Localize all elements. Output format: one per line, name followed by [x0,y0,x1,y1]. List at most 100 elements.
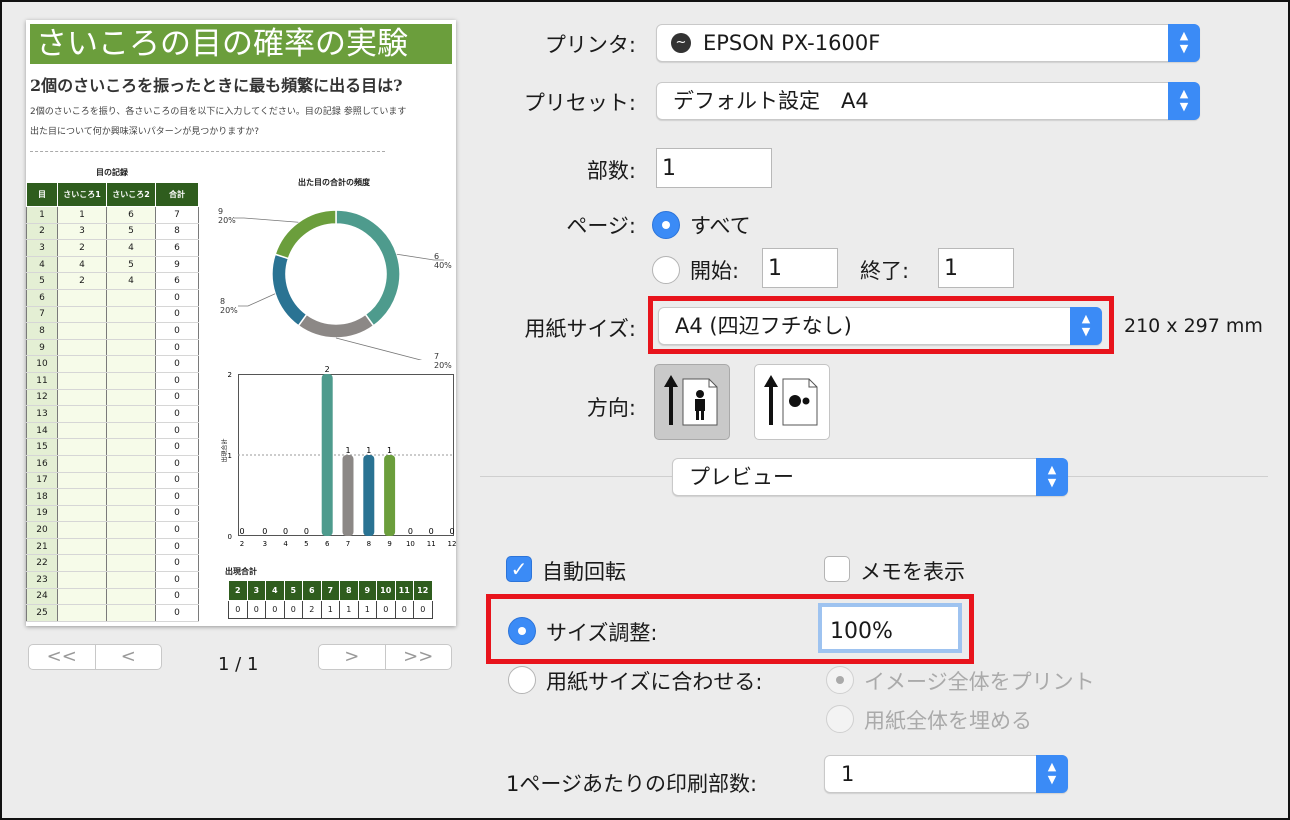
preset-popup[interactable]: デフォルト設定 A4 ▲ ▼ [656,82,1200,120]
bar-data-label-8: 1 [366,446,371,455]
from-page-field[interactable]: 1 [762,248,838,288]
sum-table-header: 10 [376,580,396,601]
pages-per-sheet-popup[interactable]: 1 ▲ ▼ [824,755,1068,793]
bar-chart-ytick: 2 [228,371,232,379]
bar-chart-xtick-6: 6 [325,540,330,548]
fit-to-paper-label: 用紙サイズに合わせる: [546,670,763,694]
sum-table-cell: 0 [228,600,248,619]
show-notes-label: メモを表示 [860,560,965,584]
table-cell [106,422,156,440]
to-page-field[interactable]: 1 [938,248,1014,288]
show-notes-checkbox[interactable] [824,556,850,582]
bar-chart-ylabel: 出現合計 [221,438,229,463]
table-cell: 0 [155,306,199,324]
landscape-button[interactable] [754,364,830,440]
table-cell [57,355,107,373]
sum-table-header: 2 [228,580,248,601]
table-cell [106,488,156,506]
table-cell: 15 [26,438,58,456]
fill-entire-paper-radio[interactable] [826,705,854,733]
pages-label: ページ: [566,214,636,238]
portrait-button[interactable] [654,364,730,440]
table-cell: 5 [106,256,156,274]
prev-page-button[interactable]: < [94,645,162,669]
printer-status-icon: ~ [671,33,691,53]
table-cell [106,405,156,423]
sum-table-cell: 0 [394,600,414,619]
table-cell [106,588,156,606]
preview-description-1: 2個のさいころを振り、各さいころの目を以下に入力してください。目の記録 参照して… [30,107,407,117]
table-row: 24 0 [26,588,199,606]
paper-dimensions: 210 x 297 mm [1124,315,1263,337]
last-page-button[interactable]: >> [384,645,452,669]
table-cell: 3 [57,223,107,241]
printer-value: EPSON PX-1600F [703,31,881,55]
table-cell: 0 [155,289,199,307]
bar-data-label-11: 0 [429,527,434,536]
table-cell: 12 [26,389,58,407]
fit-to-paper-radio[interactable] [508,666,536,694]
table-cell: 0 [155,422,199,440]
table-row: 12 0 [26,389,199,407]
bar-data-label-2: 0 [239,527,244,536]
print-entire-image-radio[interactable] [826,666,854,694]
table-cell [57,488,107,506]
section-value: プレビュー [689,465,794,489]
sum-frequency-table: 2 3 4 5 6 7 8 9 10 11 12 00002111000 [228,580,433,619]
table-cell: 0 [155,538,199,556]
table-cell: 13 [26,405,58,423]
pages-per-sheet-label: 1ページあたりの印刷部数: [506,772,758,796]
auto-rotate-checkbox[interactable]: ✓ [506,556,532,582]
section-popup[interactable]: プレビュー ▲ ▼ [672,458,1068,496]
print-preview-page: さいころの目の確率の実験 2個のさいころを振ったときに最も頻繁に出る目は? 2個… [26,20,456,626]
bar-chart-ytick: 0 [228,533,232,541]
donut-slice-6 [335,209,401,327]
sum-table-header: 8 [339,580,359,601]
table-cell: 0 [155,488,199,506]
table-cell: 4 [106,272,156,290]
next-page-button[interactable]: > [319,645,385,669]
landscape-icon [764,375,818,426]
table-row: 16 0 [26,455,199,473]
table-row: 19 0 [26,505,199,523]
bar-chart-xtick-7: 7 [346,540,350,548]
table-cell: 19 [26,505,58,523]
roll-table-header: さいころ1 [57,182,107,207]
table-cell [106,355,156,373]
table-cell: 5 [106,223,156,241]
pages-per-sheet-value: 1 [841,762,855,786]
table-cell: 21 [26,538,58,556]
table-cell [57,389,107,407]
table-cell: 0 [155,322,199,340]
bar-9 [384,455,396,536]
table-cell: 0 [155,604,199,622]
bar-data-label-3: 0 [262,527,267,536]
table-cell: 0 [155,355,199,373]
copies-field[interactable]: 1 [656,148,772,188]
table-cell [106,322,156,340]
donut-label-9: 9 20% [218,207,236,225]
table-row: 17 0 [26,472,199,490]
sum-table-header: 3 [246,580,266,601]
table-cell: 0 [155,472,199,490]
bar-data-label-9: 1 [387,446,392,455]
bar-chart-xlabel: 出現合計 [225,567,257,576]
table-cell: 0 [155,339,199,357]
table-row: 25 0 [26,604,199,622]
donut-leader-line-8 [238,293,276,307]
donut-chart-svg [234,209,444,360]
first-page-button[interactable]: << [29,645,95,669]
table-cell [57,289,107,307]
bar-data-label-4: 0 [283,527,288,536]
table-cell: 0 [155,588,199,606]
donut-slice-7 [297,313,375,339]
pages-all-radio[interactable] [652,211,680,239]
table-cell [57,521,107,539]
printer-popup[interactable]: ~ EPSON PX-1600F ▲ ▼ [656,24,1200,62]
table-cell [106,604,156,622]
pages-range-radio[interactable] [652,256,680,284]
nav-forward-group: > >> [318,644,452,670]
table-cell [57,455,107,473]
table-cell: 10 [26,355,58,373]
bar-chart-xtick-8: 8 [367,540,371,548]
